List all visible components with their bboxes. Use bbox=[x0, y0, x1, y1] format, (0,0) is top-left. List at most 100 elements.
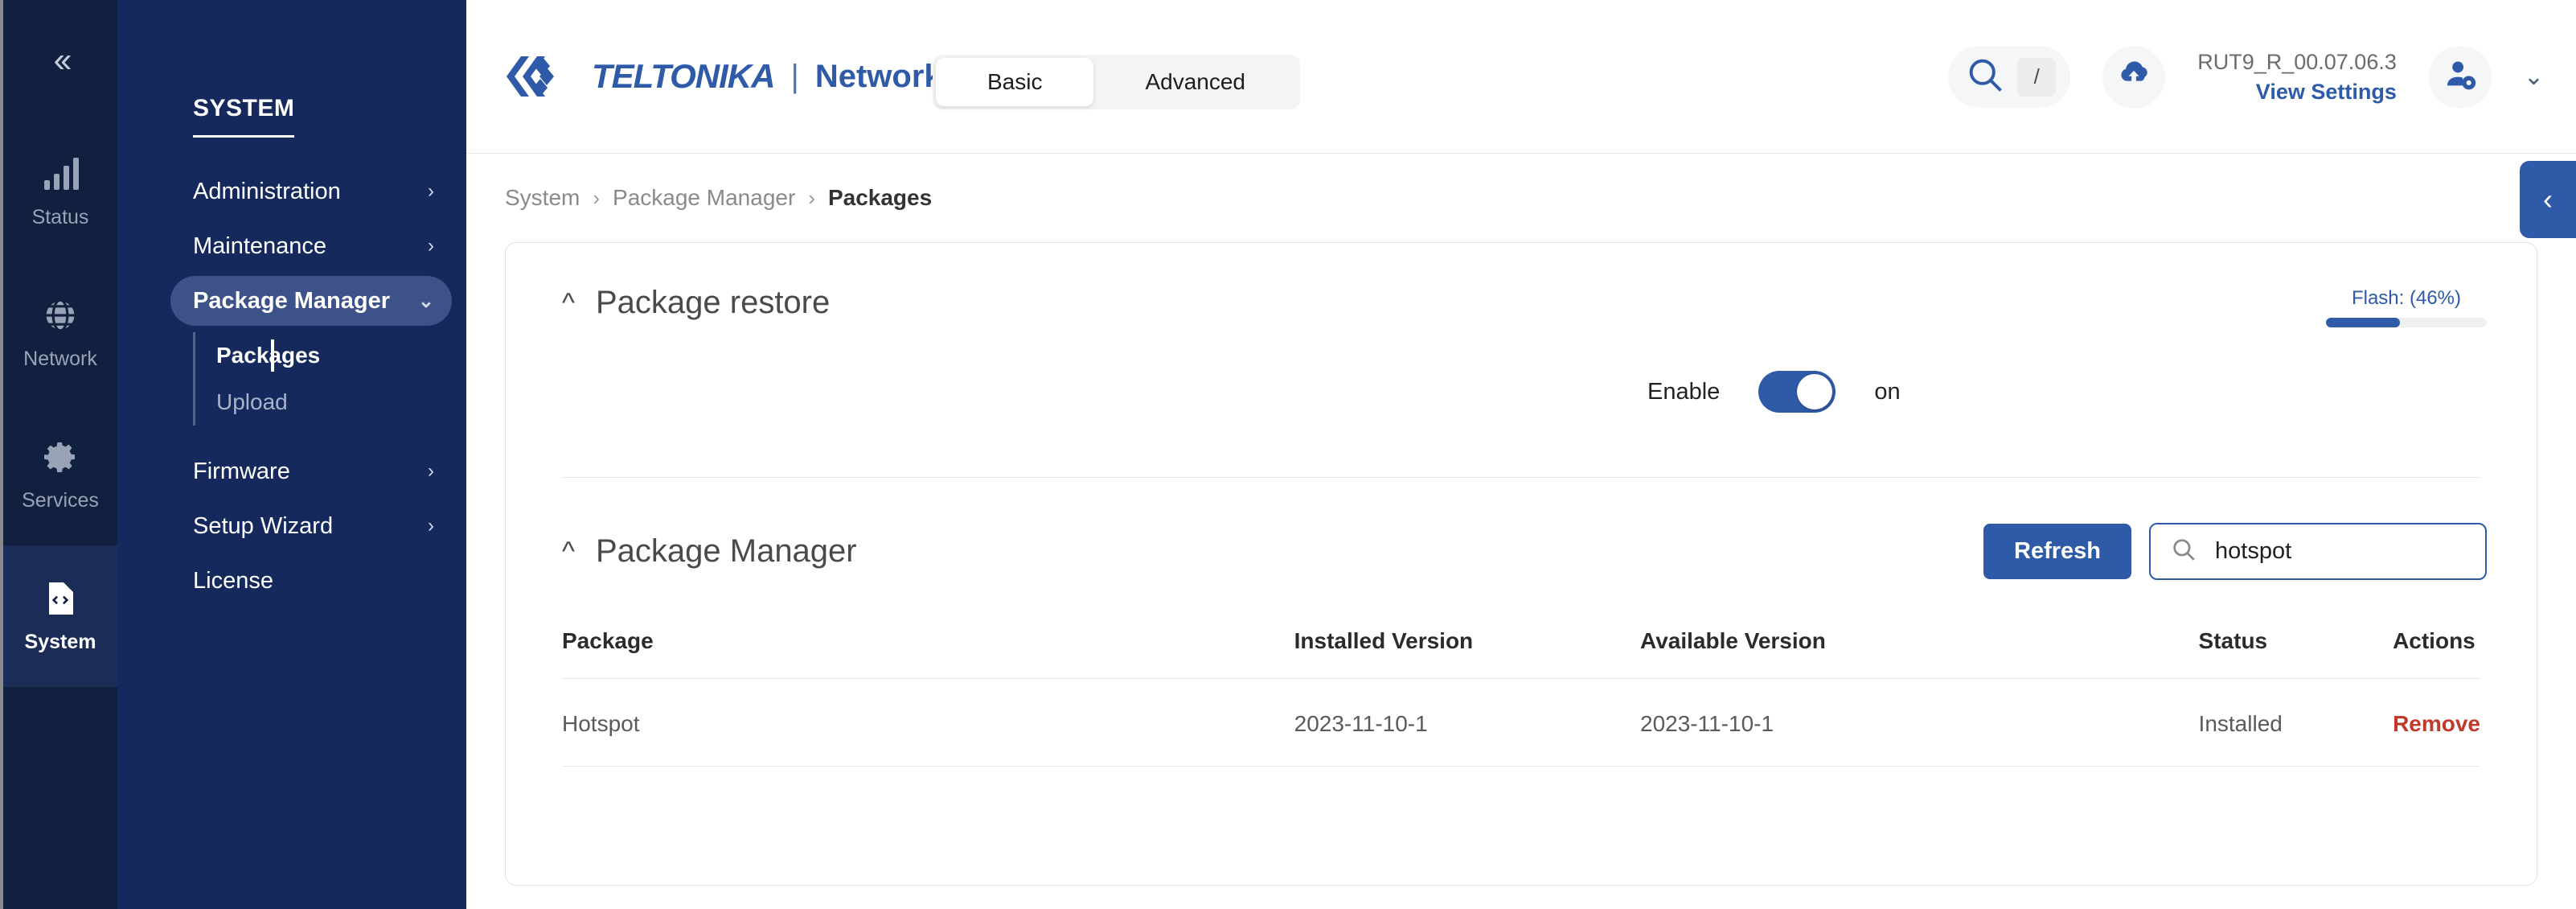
package-restore-enable-row: Enable on bbox=[506, 321, 2537, 413]
chevron-right-icon: › bbox=[428, 515, 434, 537]
chevron-left-icon: ‹ bbox=[2543, 183, 2553, 216]
column-header-package: Package bbox=[562, 628, 1294, 679]
tab-advanced[interactable]: Advanced bbox=[1093, 58, 1297, 106]
sidebar-item-label: License bbox=[193, 567, 273, 594]
collapse-caret-icon[interactable]: ^ bbox=[562, 538, 575, 566]
package-manager-actions: Refresh bbox=[1983, 523, 2487, 580]
rail-item-label: Network bbox=[23, 347, 97, 370]
sidebar-item-upload[interactable]: Upload bbox=[216, 379, 466, 426]
packages-table-head: Package Installed Version Available Vers… bbox=[562, 628, 2480, 679]
chevron-right-icon: › bbox=[428, 235, 434, 257]
package-restore-header: ^ Package restore bbox=[506, 243, 2537, 321]
flash-usage-fill bbox=[2326, 318, 2400, 327]
gear-icon bbox=[41, 438, 80, 476]
rail-item-network[interactable]: Network bbox=[3, 262, 117, 404]
brand-divider: | bbox=[790, 58, 799, 94]
package-manager-title-group: ^ Package Manager bbox=[562, 533, 857, 570]
search-icon bbox=[2170, 536, 2197, 567]
right-drawer-toggle[interactable]: ‹ bbox=[2520, 161, 2576, 238]
user-gear-icon bbox=[2442, 56, 2479, 97]
secondary-sidebar: SYSTEM Administration › Maintenance › Pa… bbox=[117, 0, 466, 909]
app-root: ‹‹ Status Network Services System SYSTEM… bbox=[0, 0, 2576, 909]
sidebar-item-license[interactable]: License bbox=[170, 556, 452, 606]
breadcrumb-item-package-manager[interactable]: Package Manager bbox=[613, 185, 795, 211]
search-icon bbox=[1964, 54, 2006, 100]
breadcrumb-item-system[interactable]: System bbox=[505, 185, 580, 211]
package-manager-title: Package Manager bbox=[595, 533, 857, 569]
cloud-upload-button[interactable] bbox=[2102, 45, 2166, 109]
breadcrumb: System › Package Manager › Packages bbox=[505, 154, 2537, 242]
content-area: System › Package Manager › Packages ^ Pa… bbox=[466, 154, 2576, 886]
teltonika-chevrons-icon bbox=[505, 51, 579, 101]
sidebar-item-label: Maintenance bbox=[193, 232, 327, 259]
view-settings-link[interactable]: View Settings bbox=[2197, 77, 2397, 106]
packages-table-body: Hotspot 2023-11-10-1 2023-11-10-1 Instal… bbox=[562, 678, 2480, 767]
sidebar-collapse-button[interactable]: ‹‹ bbox=[3, 0, 117, 121]
sidebar-item-label: Firmware bbox=[193, 458, 290, 484]
sidebar-item-administration[interactable]: Administration › bbox=[170, 167, 452, 216]
sidebar-item-packages[interactable]: Packages bbox=[216, 332, 466, 379]
enable-label: Enable bbox=[1647, 378, 1721, 405]
packages-table: Package Installed Version Available Vers… bbox=[562, 628, 2480, 767]
sidebar-item-label: Package Manager bbox=[193, 287, 391, 314]
breadcrumb-item-packages: Packages bbox=[827, 185, 933, 210]
cell-installed-version: 2023-11-10-1 bbox=[1294, 678, 1641, 767]
package-search-input[interactable] bbox=[2215, 538, 2466, 565]
rail-item-label: Status bbox=[31, 205, 89, 228]
refresh-button[interactable]: Refresh bbox=[1983, 524, 2131, 579]
collapse-caret-icon[interactable]: ^ bbox=[562, 290, 575, 317]
sidebar-item-maintenance[interactable]: Maintenance › bbox=[170, 221, 452, 271]
mode-switch: Basic Advanced bbox=[933, 55, 1301, 109]
sidebar-item-label: Setup Wizard bbox=[193, 512, 334, 539]
search-shortcut-key: / bbox=[2017, 57, 2057, 97]
sidebar-subitem-label: Upload bbox=[216, 389, 288, 414]
double-chevron-left-icon: ‹‹ bbox=[53, 40, 72, 80]
table-row: Hotspot 2023-11-10-1 2023-11-10-1 Instal… bbox=[562, 678, 2480, 767]
main-region: TELTONIKA | Networks Basic Advanced / RU… bbox=[466, 0, 2576, 909]
flash-usage-label: Flash: (46%) bbox=[2351, 287, 2462, 309]
sidebar-section-title: SYSTEM bbox=[193, 95, 295, 138]
column-header-available-version: Available Version bbox=[1640, 628, 2199, 679]
sidebar-subitems: Packages Upload bbox=[193, 332, 466, 426]
sidebar-item-label: Administration bbox=[193, 178, 341, 204]
remove-package-link[interactable]: Remove bbox=[2393, 711, 2480, 736]
toggle-knob bbox=[1797, 374, 1833, 409]
packages-card: ^ Package restore Flash: (46%) Enable on bbox=[505, 242, 2537, 886]
package-restore-toggle[interactable] bbox=[1758, 371, 1836, 413]
rail-item-label: Services bbox=[22, 488, 99, 512]
sidebar-nav-list: Administration › Maintenance › Package M… bbox=[117, 167, 466, 606]
chevron-right-icon: › bbox=[428, 180, 434, 202]
user-menu-chevron-down-icon[interactable]: ⌄ bbox=[2524, 63, 2544, 91]
flash-usage-track bbox=[2326, 318, 2487, 327]
sidebar-subitem-label: Packages bbox=[216, 343, 321, 368]
table-header-row: Package Installed Version Available Vers… bbox=[562, 628, 2480, 679]
toggle-state-label: on bbox=[1874, 378, 1901, 405]
tab-basic[interactable]: Basic bbox=[936, 58, 1094, 106]
rail-item-status[interactable]: Status bbox=[3, 121, 117, 262]
breadcrumb-separator-icon: › bbox=[593, 185, 601, 210]
user-menu-button[interactable] bbox=[2428, 45, 2492, 109]
sidebar-item-setup-wizard[interactable]: Setup Wizard › bbox=[170, 501, 452, 551]
rail-item-label: System bbox=[24, 630, 96, 653]
top-bar: TELTONIKA | Networks Basic Advanced / RU… bbox=[466, 0, 2576, 154]
brand-logo: TELTONIKA | Networks bbox=[505, 51, 960, 101]
column-header-installed-version: Installed Version bbox=[1294, 628, 1641, 679]
rail-item-services[interactable]: Services bbox=[3, 404, 117, 545]
sidebar-item-package-manager[interactable]: Package Manager ⌄ bbox=[170, 276, 452, 326]
column-header-actions: Actions bbox=[2393, 628, 2480, 679]
icon-rail: ‹‹ Status Network Services System bbox=[0, 0, 117, 909]
column-header-status: Status bbox=[2198, 628, 2393, 679]
globe-icon bbox=[41, 296, 80, 335]
signal-bars-icon bbox=[41, 154, 80, 193]
package-search-field[interactable] bbox=[2149, 523, 2487, 580]
global-search-button[interactable]: / bbox=[1948, 46, 2071, 108]
rail-item-system[interactable]: System bbox=[3, 545, 117, 687]
package-restore-title: Package restore bbox=[595, 285, 831, 320]
breadcrumb-separator-icon: › bbox=[808, 185, 815, 210]
chevron-right-icon: › bbox=[428, 460, 434, 482]
flash-usage-indicator: Flash: (46%) bbox=[2326, 287, 2487, 327]
cloud-upload-icon bbox=[2115, 56, 2152, 97]
sidebar-item-firmware[interactable]: Firmware › bbox=[170, 446, 452, 496]
chevron-down-icon: ⌄ bbox=[417, 290, 434, 312]
cell-available-version: 2023-11-10-1 bbox=[1640, 678, 2199, 767]
